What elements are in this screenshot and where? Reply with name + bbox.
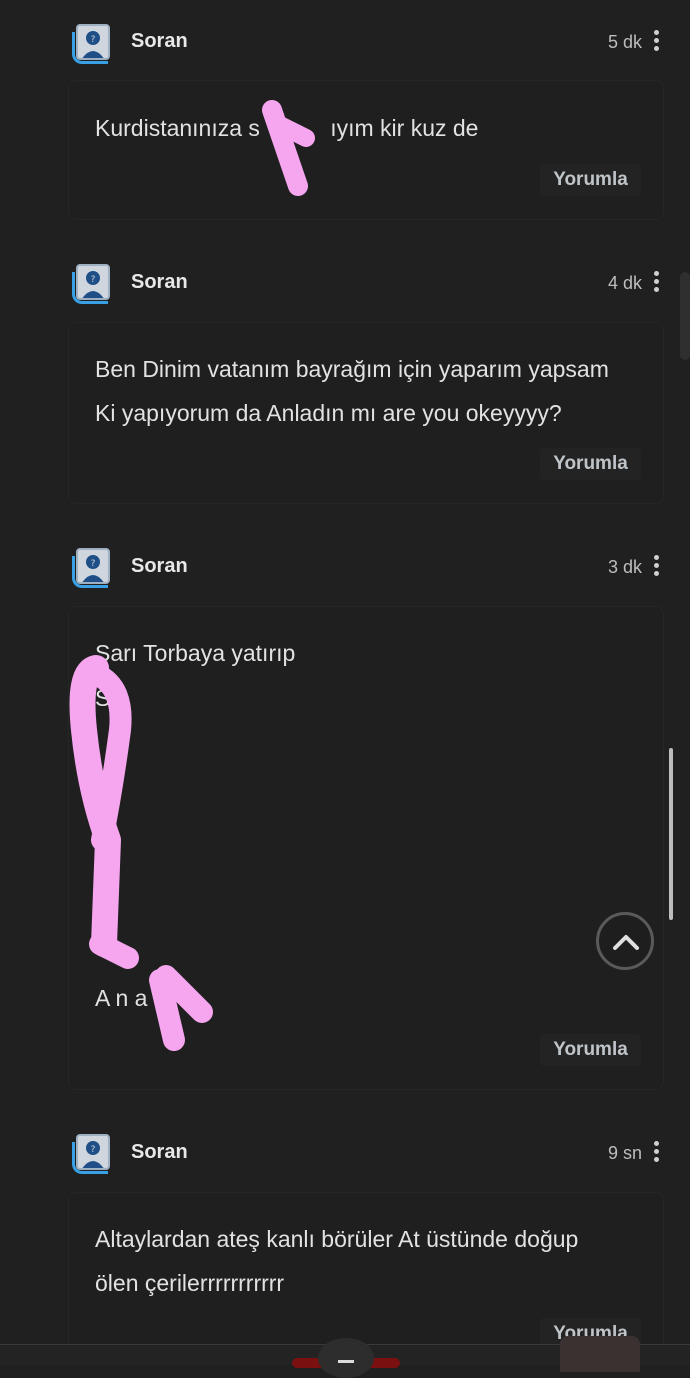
comment-line: Ki yapıyorum da Anladın mı are you okeyy… <box>95 400 562 426</box>
default-user-avatar-icon: ? <box>76 548 110 584</box>
default-user-avatar-icon: ? <box>76 1134 110 1170</box>
reply-button[interactable]: Yorumla <box>540 448 641 480</box>
svg-text:?: ? <box>91 35 96 45</box>
comment-time: 9 sn <box>607 1143 642 1163</box>
svg-text:?: ? <box>91 559 96 569</box>
scroll-top-button[interactable] <box>596 912 654 970</box>
comment-text: S <box>95 676 655 720</box>
comment-time: 4 dk <box>607 273 642 293</box>
avatar[interactable]: ? <box>72 1134 112 1174</box>
more-vertical-icon[interactable] <box>650 1141 662 1163</box>
profile-thumbnail[interactable] <box>560 1336 640 1372</box>
comment-line: S <box>95 685 111 711</box>
comment-line: Ben Dinim vatanım bayrağım için yaparım … <box>95 356 609 382</box>
comment-text: Kurdistanınıza s ıyım kir kuz de <box>95 106 655 150</box>
outer-scrollbar[interactable] <box>680 272 690 360</box>
comment-line: A n a <box>95 985 148 1011</box>
more-vertical-icon[interactable] <box>650 30 662 52</box>
comment-text: Altaylardan ateş kanlı börüler At üstünd… <box>95 1217 655 1305</box>
reply-button[interactable]: Yorumla <box>540 1034 641 1066</box>
comment-line: Altaylardan ateş kanlı börüler At üstünd… <box>95 1226 579 1252</box>
menu-handle-button[interactable] <box>318 1338 374 1378</box>
comment-username[interactable]: Soran <box>131 271 188 294</box>
comment-text: Ben Dinim vatanım bayrağım için yaparım … <box>95 347 655 435</box>
comment-text: A n a <box>95 976 655 1020</box>
comment-line: Sarı Torbaya yatırıp <box>95 640 296 666</box>
avatar[interactable]: ? <box>72 264 112 304</box>
chevron-up-icon <box>613 935 639 950</box>
comment-time: 5 dk <box>607 32 642 52</box>
avatar[interactable]: ? <box>72 548 112 588</box>
more-vertical-icon[interactable] <box>650 555 662 577</box>
reply-button[interactable]: Yorumla <box>540 164 641 196</box>
default-user-avatar-icon: ? <box>76 24 110 60</box>
scrollbar-thumb[interactable] <box>669 748 673 920</box>
svg-text:?: ? <box>91 1145 96 1155</box>
comment-username[interactable]: Soran <box>131 555 188 578</box>
comment-card <box>68 80 664 220</box>
default-user-avatar-icon: ? <box>76 264 110 300</box>
more-vertical-icon[interactable] <box>650 271 662 293</box>
svg-text:?: ? <box>91 275 96 285</box>
comment-line: Kurdistanınıza s ıyım kir kuz de <box>95 115 479 141</box>
avatar[interactable]: ? <box>72 24 112 64</box>
comment-text: Sarı Torbaya yatırıp <box>95 631 655 675</box>
comment-username[interactable]: Soran <box>131 30 188 53</box>
comment-time: 3 dk <box>607 557 642 577</box>
comment-username[interactable]: Soran <box>131 1141 188 1164</box>
comment-line: ölen çerilerrrrrrrrrrr <box>95 1270 285 1296</box>
